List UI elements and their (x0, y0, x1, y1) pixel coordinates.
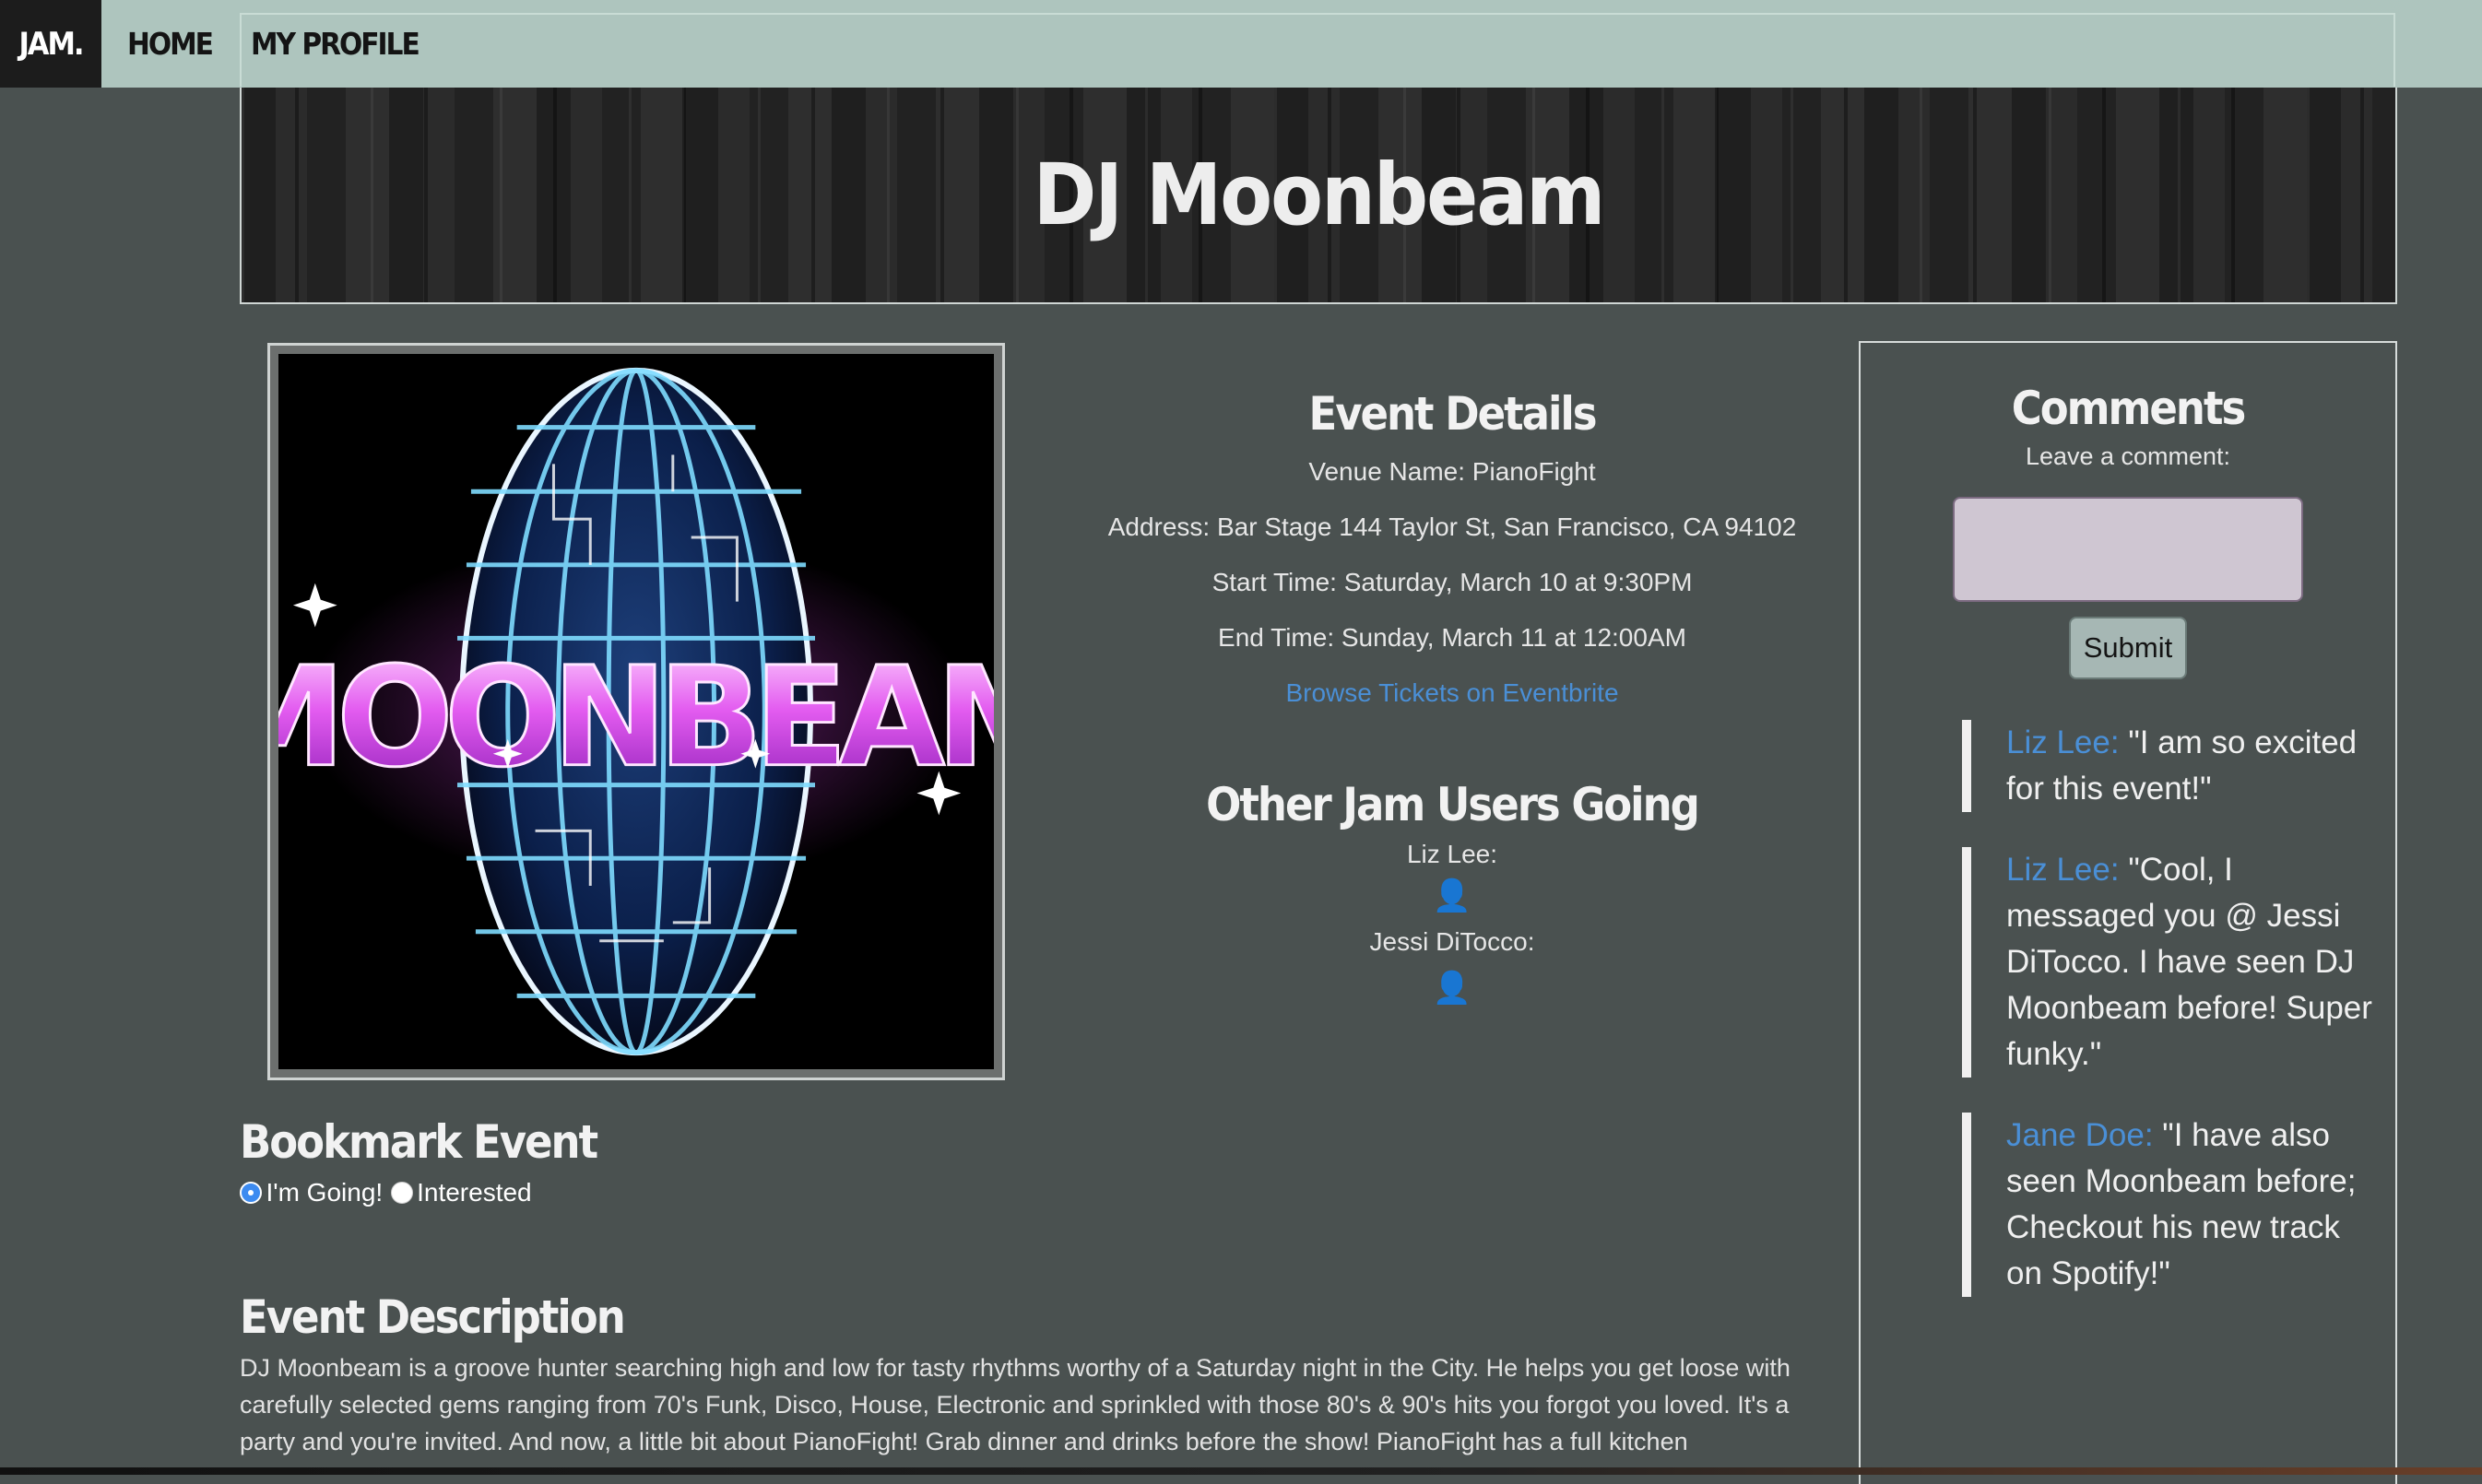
comment-author[interactable]: Liz Lee: (2006, 724, 2120, 760)
eventbrite-tickets-link[interactable]: Browse Tickets on Eventbrite (1285, 678, 1618, 707)
nav-home-link[interactable]: HOME (127, 0, 214, 88)
top-navbar: JAM. HOME MY PROFILE (0, 0, 2482, 88)
radio-going-label[interactable]: I'm Going! (266, 1178, 383, 1207)
venue-name: Venue Name: PianoFight (1308, 457, 1596, 486)
going-user-name: Jessi DiTocco: (1369, 927, 1535, 956)
comment-item: Liz Lee: "Cool, I messaged you @ Jessi D… (1962, 847, 2375, 1078)
venue-address: Address: Bar Stage 144 Taylor St, San Fr… (1107, 512, 1797, 541)
navbar-container (240, 13, 2395, 87)
event-image-frame: MOONBEAM (267, 343, 1005, 1080)
event-image: MOONBEAM (278, 354, 994, 1069)
event-title: DJ Moonbeam (1033, 146, 1606, 244)
comments-panel: Comments Leave a comment: Submit Liz Lee… (1859, 341, 2397, 1484)
comment-author[interactable]: Liz Lee: (2006, 852, 2120, 888)
comment-author[interactable]: Jane Doe: (2006, 1117, 2154, 1153)
leave-comment-label: Leave a comment: (2025, 442, 2231, 470)
event-details-section: Event Details Venue Name: PianoFight Add… (1014, 387, 1890, 1007)
nav-my-profile-link[interactable]: MY PROFILE (251, 0, 420, 88)
going-user: Liz Lee: 👤 (1014, 831, 1890, 914)
submit-comment-button[interactable]: Submit (2069, 617, 2187, 679)
going-user-name: Liz Lee: (1406, 840, 1498, 868)
user-icon[interactable]: 👤 (1014, 877, 1890, 914)
disco-ball-illustration: MOONBEAM (278, 367, 994, 1056)
event-description-text: DJ Moonbeam is a groove hunter searching… (240, 1354, 1791, 1455)
comment-item: Liz Lee: "I am so excited for this event… (1962, 720, 2375, 812)
user-icon[interactable]: 👤 (1014, 970, 1890, 1007)
event-description-section: Event Description DJ Moonbeam is a groov… (240, 1290, 1807, 1460)
going-user: Jessi DiTocco: 👤 (1014, 914, 1890, 1007)
radio-interested-label[interactable]: Interested (417, 1178, 532, 1207)
end-time: End Time: Sunday, March 11 at 12:00AM (1218, 623, 1686, 652)
comments-heading: Comments (2011, 382, 2247, 435)
bookmark-heading: Bookmark Event (240, 1115, 598, 1169)
radio-interested[interactable] (390, 1182, 413, 1204)
start-time: Start Time: Saturday, March 10 at 9:30PM (1211, 568, 1693, 596)
event-hero-banner: DJ Moonbeam (240, 88, 2397, 304)
radio-going[interactable] (240, 1182, 262, 1204)
event-description-heading: Event Description (240, 1290, 626, 1344)
moonbeam-logo-text: MOONBEAM (278, 638, 994, 798)
event-details-heading: Event Details (1308, 387, 1597, 441)
bookmark-section: Bookmark Event I'm Going! Interested (240, 1115, 598, 1207)
other-users-going-heading: Other Jam Users Going (1206, 778, 1700, 831)
page-bottom-edge (0, 1467, 2482, 1475)
brand-logo[interactable]: JAM. (0, 0, 101, 88)
comment-input[interactable] (1953, 497, 2303, 602)
comment-item: Jane Doe: "I have also seen Moonbeam bef… (1962, 1113, 2375, 1297)
